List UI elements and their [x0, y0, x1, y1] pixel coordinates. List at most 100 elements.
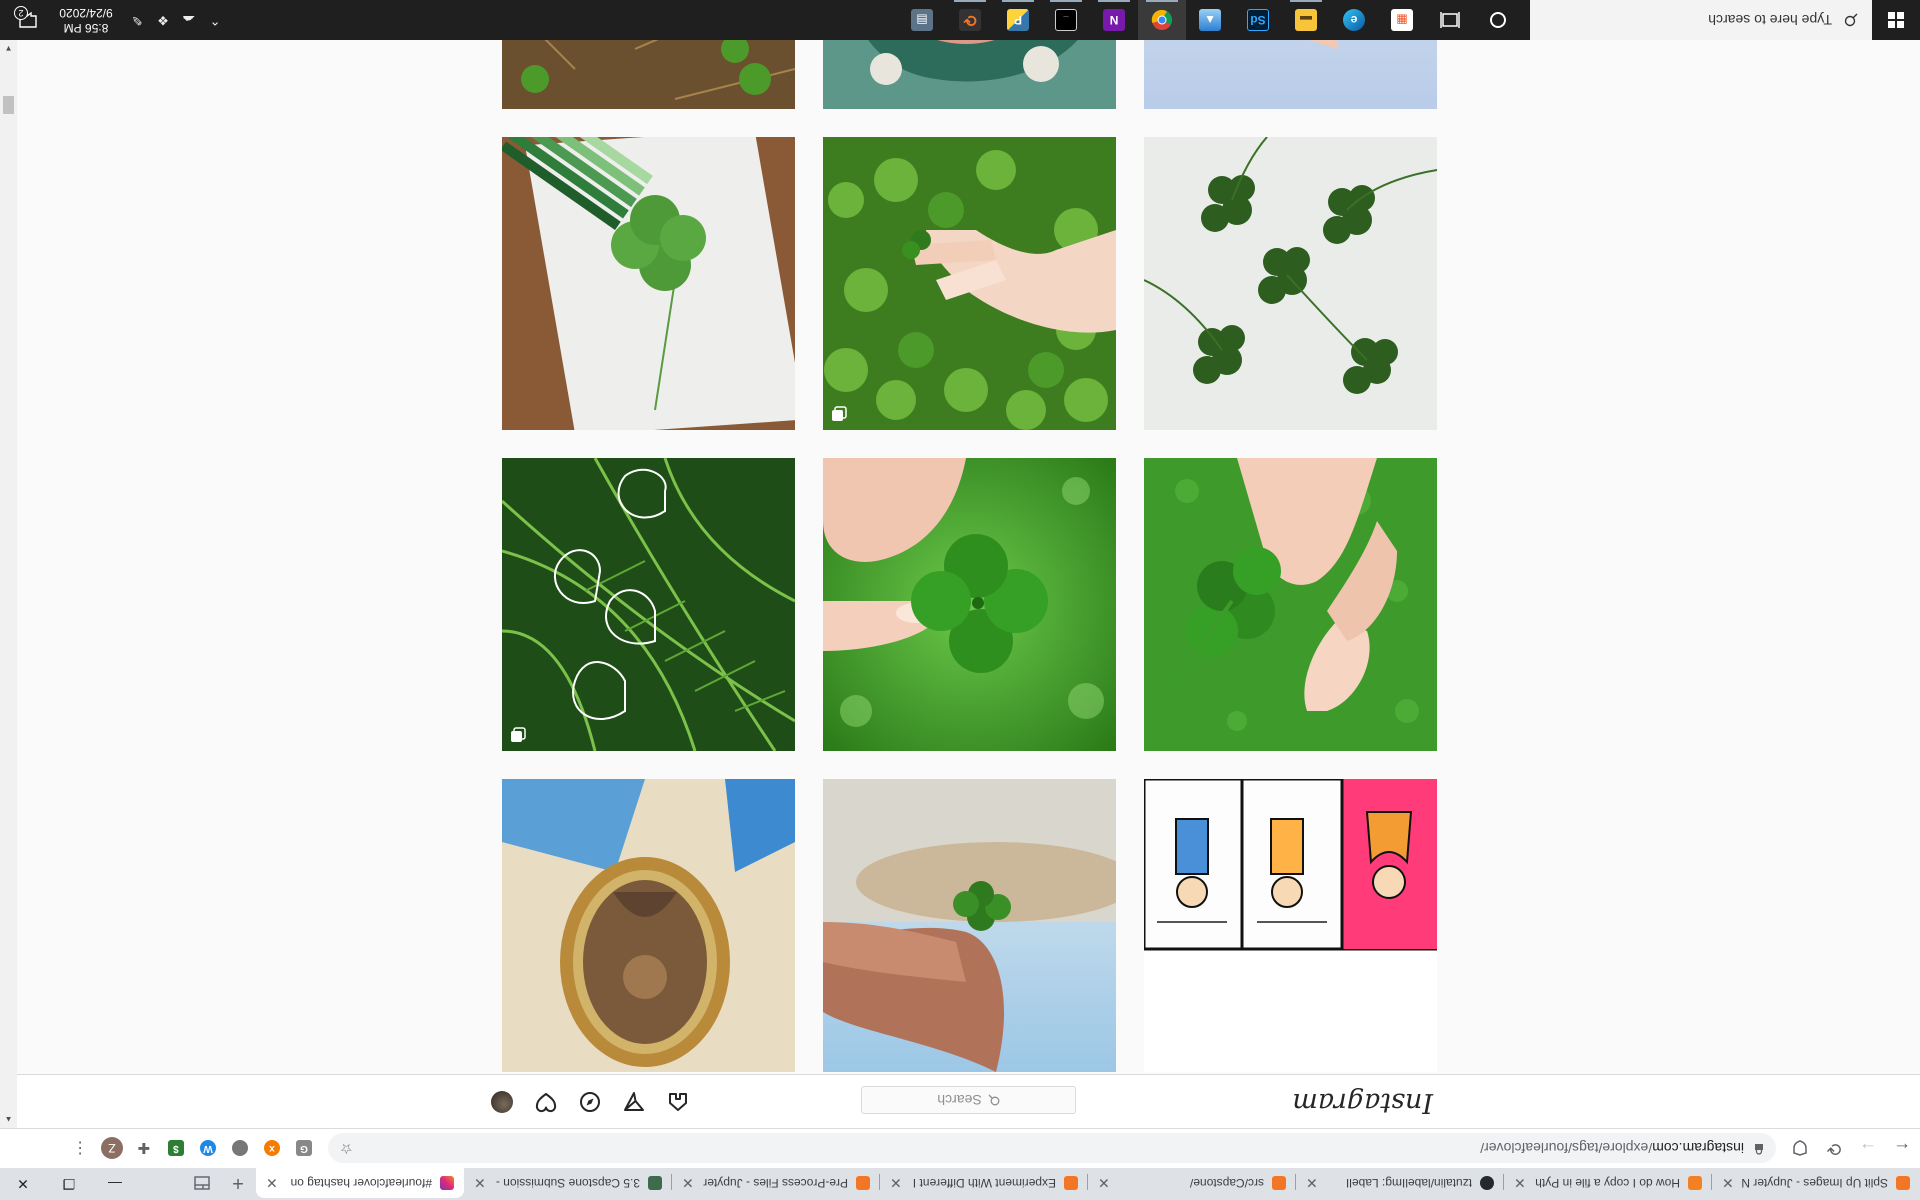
- post-clover-on-ground[interactable]: [502, 40, 795, 109]
- direct-message-icon[interactable]: [623, 1091, 645, 1113]
- extension-blue-icon[interactable]: W: [192, 1133, 224, 1165]
- close-icon[interactable]: ✕: [266, 1175, 278, 1192]
- windows-taskbar: Type here to search ▦ e ▬ Sd ▲ N _ P ⟳ ▤…: [0, 0, 1920, 40]
- calculator-icon[interactable]: ▤: [898, 0, 946, 40]
- chrome-menu-icon[interactable]: ⋮: [64, 1133, 96, 1165]
- profile-avatar-icon[interactable]: [491, 1091, 513, 1113]
- microsoft-store-icon[interactable]: ▦: [1378, 0, 1426, 40]
- instagram-favicon-icon: [440, 1176, 454, 1190]
- pen-icon[interactable]: ✎: [124, 0, 150, 40]
- close-icon[interactable]: ✕: [474, 1175, 486, 1192]
- close-icon[interactable]: ✕: [1098, 1175, 1110, 1192]
- terminal-icon[interactable]: _: [1042, 0, 1090, 40]
- cloud-icon[interactable]: ☁: [176, 0, 202, 40]
- extensions-puzzle-icon[interactable]: ✚: [128, 1133, 160, 1165]
- browser-toolbar: ← → ⟳ instagram.com/explore/tags/fourlea…: [0, 1128, 1920, 1168]
- shield-icon[interactable]: [1784, 1133, 1816, 1165]
- task-view-icon[interactable]: [1426, 0, 1474, 40]
- photos-icon[interactable]: ▲: [1186, 0, 1234, 40]
- file-explorer-icon[interactable]: ▬: [1282, 0, 1330, 40]
- jupyter-favicon-icon: [1272, 1176, 1286, 1190]
- action-center-button[interactable]: 2: [8, 0, 48, 40]
- post-cartoon-cat-clover[interactable]: [823, 40, 1116, 109]
- photoshop-icon[interactable]: Sd: [1234, 0, 1282, 40]
- clock-date: 9/24/2020: [59, 6, 113, 20]
- forward-button[interactable]: →: [1852, 1133, 1884, 1165]
- close-icon[interactable]: ✕: [1514, 1175, 1526, 1192]
- url-host: instagram.com: [1652, 1140, 1744, 1157]
- post-clovers-on-white[interactable]: [1144, 137, 1437, 430]
- jupyter-favicon-icon: [1064, 1176, 1078, 1190]
- post-hand-clover-street[interactable]: [1144, 40, 1437, 109]
- browser-tab[interactable]: How do I copy a file in Pyth ✕: [1504, 1168, 1712, 1198]
- extension-green-icon[interactable]: $: [160, 1133, 192, 1165]
- post-hand-holding-clover-grass[interactable]: [1144, 458, 1437, 751]
- browser-tab-active[interactable]: #fourleafclover hashtag on ✕: [256, 1168, 464, 1198]
- scroll-up-arrow[interactable]: ▲: [0, 1111, 17, 1128]
- dropbox-icon[interactable]: ❖: [150, 0, 176, 40]
- search-icon: [1844, 13, 1858, 27]
- tab-title: 3.5 Capstone Submission - I: [491, 1176, 640, 1190]
- instagram-logo[interactable]: Instagram: [1292, 1087, 1433, 1118]
- browser-tab[interactable]: Split Up Images - Jupyter N ✕: [1712, 1168, 1920, 1198]
- tab-title: tzutalin/labelImg: LabelI: [1345, 1176, 1472, 1190]
- clock-time: 8:56 PM: [63, 21, 109, 35]
- taskbar-clock[interactable]: 8:56 PM 9/24/2020: [48, 5, 124, 35]
- activity-heart-icon[interactable]: [535, 1091, 557, 1113]
- explore-compass-icon[interactable]: [579, 1091, 601, 1113]
- browser-tab[interactable]: src/Capstone/ ✕: [1088, 1168, 1296, 1198]
- page-viewport: Instagram Search ▲ ▼: [0, 40, 1920, 1128]
- search-placeholder: Search: [937, 1092, 982, 1108]
- jupyter-favicon-icon: [1896, 1176, 1910, 1190]
- close-icon[interactable]: ✕: [682, 1175, 694, 1192]
- post-fingers-clover-closeup[interactable]: [823, 458, 1116, 751]
- browser-tab[interactable]: tzutalin/labelImg: LabelI ✕: [1296, 1168, 1504, 1198]
- taskbar-search-box[interactable]: Type here to search: [1530, 0, 1872, 40]
- post-hand-in-clover-patch[interactable]: [823, 137, 1116, 430]
- extension-g-icon[interactable]: G: [288, 1133, 320, 1165]
- post-palm-leaves-drawing[interactable]: [502, 458, 795, 751]
- close-icon[interactable]: ✕: [1722, 1175, 1734, 1192]
- address-bar[interactable]: instagram.com/explore/tags/fourleafclove…: [328, 1133, 1776, 1164]
- post-pencil-clover-drawing[interactable]: [502, 137, 795, 430]
- extension-circle-icon[interactable]: [224, 1133, 256, 1165]
- profile-avatar[interactable]: Z: [96, 1133, 128, 1165]
- tab-title: Experiment With Different I: [912, 1176, 1056, 1190]
- scroll-down-arrow[interactable]: ▼: [0, 40, 17, 57]
- python-icon[interactable]: P: [994, 0, 1042, 40]
- tab-title: #fourleafclover hashtag on: [290, 1176, 432, 1190]
- post-hand-clover-beach[interactable]: [823, 779, 1116, 1072]
- new-tab-button[interactable]: +: [220, 1168, 256, 1198]
- microsoft-edge-icon[interactable]: e: [1330, 0, 1378, 40]
- post-comic-strip[interactable]: [1144, 779, 1437, 1072]
- lock-icon[interactable]: [1754, 1141, 1764, 1157]
- onenote-icon[interactable]: N: [1090, 0, 1138, 40]
- page-scrollbar[interactable]: ▲ ▼: [0, 40, 17, 1128]
- browser-tab[interactable]: Pre-Process Files - Jupyter I ✕: [672, 1168, 880, 1198]
- jupyter-icon[interactable]: ⟳: [946, 0, 994, 40]
- extension-orange-icon[interactable]: x: [256, 1133, 288, 1165]
- tab-title: How do I copy a file in Pyth: [1535, 1176, 1680, 1190]
- minimize-button[interactable]: —: [92, 1168, 138, 1200]
- close-icon[interactable]: ✕: [1306, 1175, 1318, 1192]
- home-icon[interactable]: [667, 1091, 689, 1113]
- browser-tab[interactable]: Experiment With Different I ✕: [880, 1168, 1088, 1198]
- back-button[interactable]: ←: [1886, 1133, 1918, 1165]
- reload-button[interactable]: ⟳: [1818, 1133, 1850, 1165]
- scroll-thumb[interactable]: [3, 96, 14, 114]
- tab-title: Split Up Images - Jupyter N: [1741, 1176, 1888, 1190]
- cortana-icon[interactable]: [1474, 0, 1522, 40]
- chevron-up-icon[interactable]: ⌃: [202, 0, 228, 40]
- tab-search-icon[interactable]: [184, 1168, 220, 1198]
- post-vintage-frame[interactable]: [502, 779, 795, 1072]
- jupyter-favicon-icon: [856, 1176, 870, 1190]
- restore-button[interactable]: ❐: [46, 1168, 92, 1200]
- close-window-button[interactable]: ✕: [0, 1168, 46, 1200]
- instagram-search-input[interactable]: Search: [861, 1086, 1076, 1114]
- start-button[interactable]: [1872, 0, 1920, 40]
- search-icon: [988, 1094, 1000, 1106]
- browser-tab[interactable]: 3.5 Capstone Submission - I ✕: [464, 1168, 672, 1198]
- bookmark-star-icon[interactable]: ☆: [340, 1140, 353, 1157]
- close-icon[interactable]: ✕: [890, 1175, 902, 1192]
- chrome-icon[interactable]: [1138, 0, 1186, 40]
